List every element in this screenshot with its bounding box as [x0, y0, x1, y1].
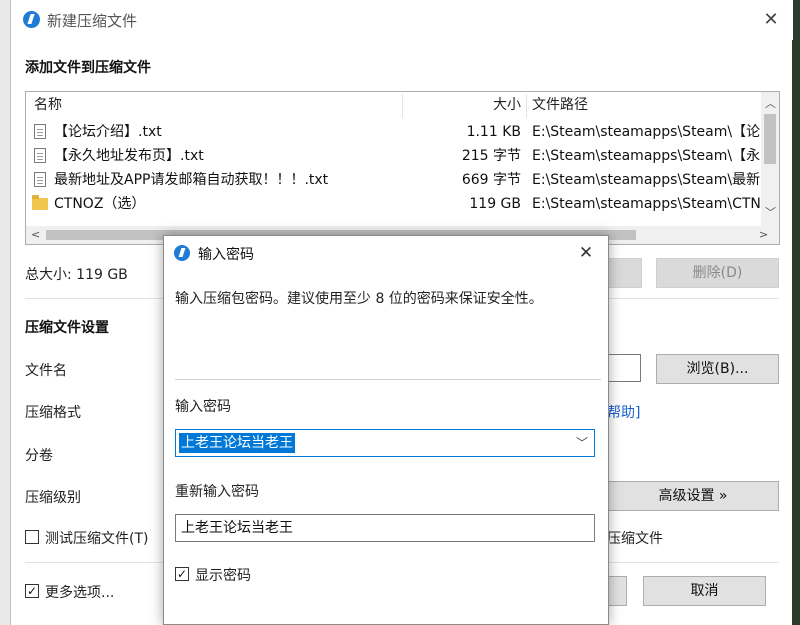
advanced-settings-button[interactable]: 高级设置 » — [607, 481, 779, 511]
confirm-password-value[interactable]: 上老王论坛当老王 — [181, 518, 293, 538]
dialog-title: 输入密码 — [198, 247, 254, 263]
test-archive-checkbox[interactable] — [25, 530, 39, 544]
filename-input[interactable] — [607, 354, 641, 382]
file-path: E:\Steam\steamapps\Steam\最新 — [532, 172, 761, 188]
list-item[interactable]: 【永久地址发布页】.txt 215 字节 E:\Steam\steamapps\… — [26, 144, 761, 168]
file-name: 【论坛介绍】.txt — [54, 124, 162, 140]
scroll-up-icon[interactable]: ︿ — [765, 95, 776, 111]
password-dialog: 输入密码 ✕ 输入压缩包密码。建议使用至少 8 位的密码来保证安全性。 输入密码… — [163, 235, 609, 625]
test-archive-label[interactable]: 测试压缩文件(T) — [45, 528, 148, 548]
app-logo-icon — [23, 11, 40, 28]
password-label: 输入密码 — [175, 399, 231, 415]
file-name: CTNOZ（选） — [54, 196, 146, 212]
column-header-name[interactable]: 名称 — [34, 92, 62, 118]
file-size: 669 字节 — [461, 172, 521, 188]
window-title: 新建压缩文件 — [47, 12, 138, 30]
confirm-password-input[interactable]: 上老王论坛当老王 — [175, 514, 595, 542]
total-size: 总大小: 119 GB — [25, 267, 128, 283]
filename-label: 文件名 — [25, 363, 67, 379]
chevron-down-icon[interactable]: ﹀ — [576, 434, 588, 451]
add-button[interactable] — [607, 258, 642, 288]
vertical-scroll-thumb[interactable] — [764, 114, 776, 164]
format-label: 压缩格式 — [25, 405, 81, 421]
file-icon — [34, 148, 46, 163]
delete-button[interactable]: 删除(D) — [656, 258, 779, 288]
more-options-label[interactable]: 更多选项... — [45, 582, 114, 602]
column-divider[interactable] — [402, 94, 403, 118]
title-bar: 新建压缩文件 ✕ — [11, 0, 793, 40]
app-logo-icon — [174, 245, 190, 261]
list-item[interactable]: 最新地址及APP请发邮箱自动获取！！！.txt 669 字节 E:\Steam\… — [26, 168, 761, 192]
file-path: E:\Steam\steamapps\Steam\CTN — [532, 196, 761, 212]
divider — [175, 379, 601, 380]
file-name: 最新地址及APP请发邮箱自动获取！！！.txt — [54, 172, 329, 188]
list-item[interactable]: CTNOZ（选） 119 GB E:\Steam\steamapps\Steam… — [26, 192, 761, 216]
split-label: 分卷 — [25, 448, 53, 464]
list-item[interactable]: 【论坛介绍】.txt 1.11 KB E:\Steam\steamapps\St… — [26, 120, 761, 144]
file-size: 215 字节 — [461, 148, 521, 164]
password-combo[interactable]: 上老王论坛当老王 ﹀ — [175, 429, 595, 457]
browse-button[interactable]: 浏览(B)... — [656, 354, 779, 384]
file-path: E:\Steam\steamapps\Steam\【永 — [532, 148, 761, 164]
ok-button[interactable] — [607, 576, 627, 606]
vertical-scrollbar[interactable]: ︿ ﹀ — [761, 92, 779, 226]
file-icon — [34, 124, 46, 139]
level-label: 压缩级别 — [25, 490, 81, 506]
dialog-hint: 输入压缩包密码。建议使用至少 8 位的密码来保证安全性。 — [175, 291, 543, 307]
folder-icon — [32, 195, 48, 210]
password-value[interactable]: 上老王论坛当老王 — [179, 433, 295, 453]
scroll-left-icon[interactable]: < — [31, 228, 40, 241]
file-list[interactable]: 名称 大小 文件路径 【论坛介绍】.txt 1.11 KB E:\Steam\s… — [25, 91, 780, 245]
help-link[interactable]: 帮助] — [607, 402, 640, 422]
column-divider[interactable] — [526, 94, 527, 118]
archive-settings-heading: 压缩文件设置 — [25, 320, 109, 336]
cancel-button[interactable]: 取消 — [643, 576, 766, 606]
file-icon — [34, 172, 46, 187]
show-password-checkbox[interactable]: ✓ — [175, 567, 189, 581]
scroll-right-icon[interactable]: > — [759, 228, 768, 241]
confirm-password-label: 重新输入密码 — [175, 484, 259, 500]
column-header-path[interactable]: 文件路径 — [532, 92, 588, 118]
more-options-checkbox[interactable]: ✓ — [25, 584, 39, 598]
archive-option-label[interactable]: 压缩文件 — [607, 528, 663, 548]
file-size: 119 GB — [469, 196, 521, 212]
column-header-size[interactable]: 大小 — [486, 92, 521, 118]
file-path: E:\Steam\steamapps\Steam\【论 — [532, 124, 761, 140]
show-password-label[interactable]: 显示密码 — [195, 565, 251, 585]
close-icon[interactable]: ✕ — [751, 6, 791, 34]
scroll-down-icon[interactable]: ﹀ — [765, 204, 776, 220]
file-name: 【永久地址发布页】.txt — [54, 148, 204, 164]
file-size: 1.11 KB — [466, 124, 521, 140]
add-files-heading: 添加文件到压缩文件 — [25, 60, 151, 76]
close-icon[interactable]: ✕ — [566, 238, 606, 268]
